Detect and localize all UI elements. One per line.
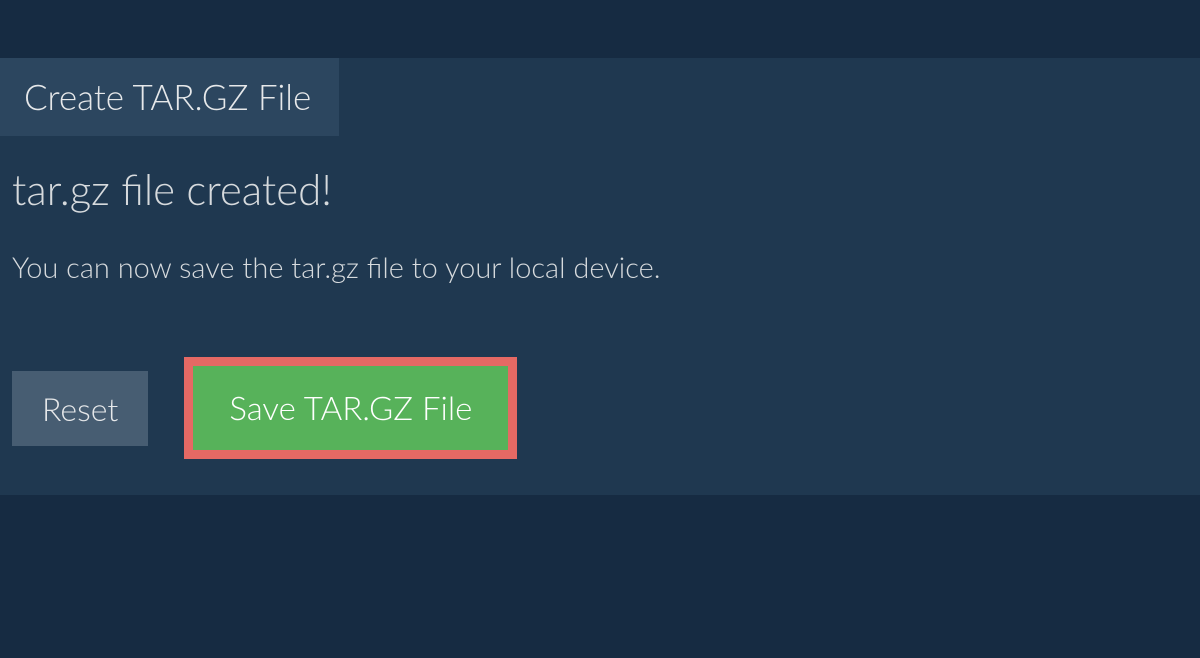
- status-description: You can now save the tar.gz file to your…: [12, 250, 1200, 285]
- save-button-highlight: Save TAR.GZ File: [184, 357, 517, 459]
- tab-create-targz[interactable]: Create TAR.GZ File: [0, 58, 339, 136]
- button-row: Reset Save TAR.GZ File: [12, 357, 1200, 459]
- status-heading: tar.gz file created!: [12, 164, 1200, 214]
- reset-button[interactable]: Reset: [12, 371, 148, 446]
- tab-label: Create TAR.GZ File: [24, 76, 311, 118]
- save-targz-button[interactable]: Save TAR.GZ File: [193, 366, 508, 450]
- main-panel: Create TAR.GZ File tar.gz file created! …: [0, 58, 1200, 495]
- content-area: tar.gz file created! You can now save th…: [0, 136, 1200, 495]
